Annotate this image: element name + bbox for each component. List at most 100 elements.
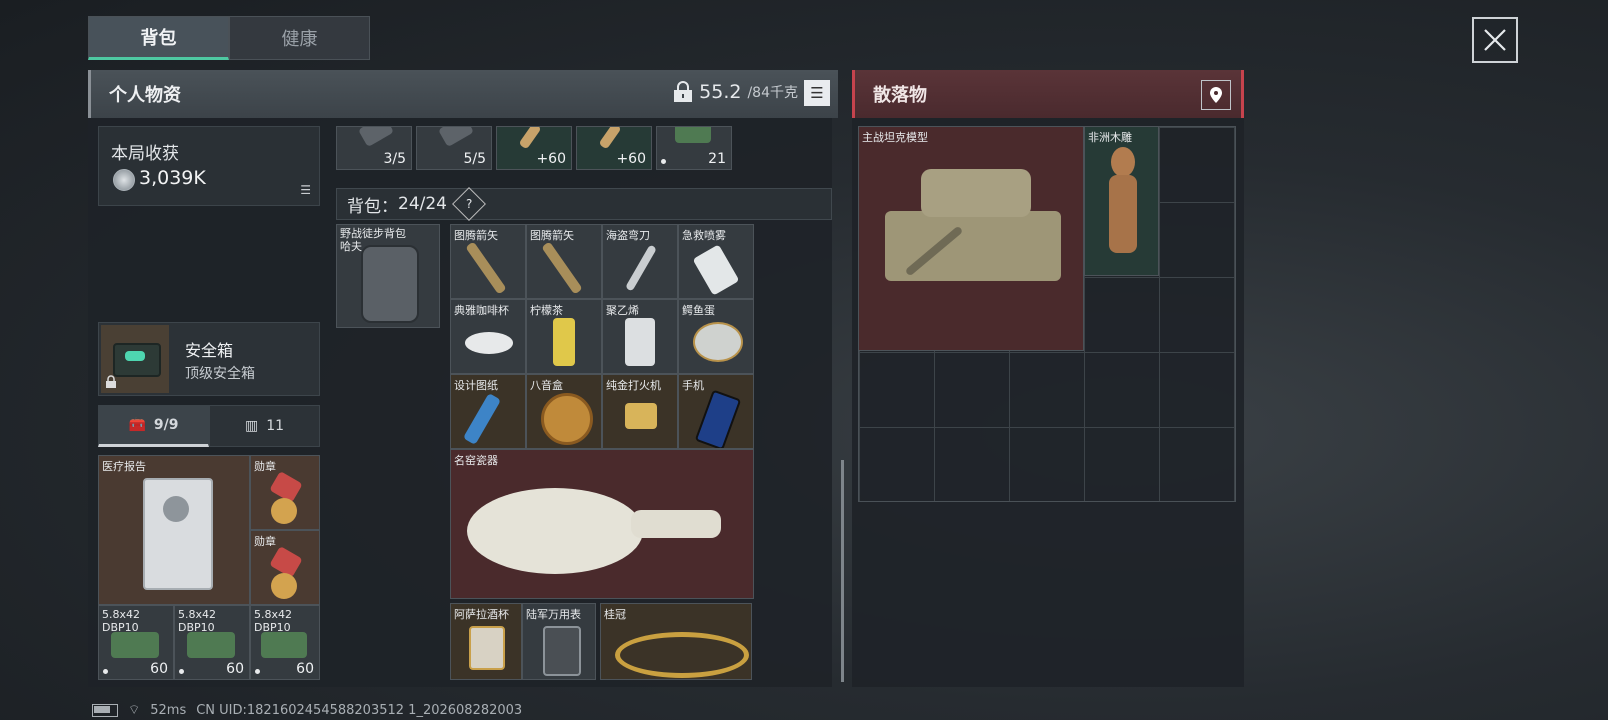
close-button[interactable] <box>1472 17 1518 63</box>
backpack-item[interactable]: 图腾箭矢 <box>450 224 526 299</box>
player-uid: CN UID:1821602454588203512 1_20260828200… <box>196 702 523 718</box>
backpack-scrollbar[interactable] <box>841 460 844 682</box>
backpack-item[interactable]: 海盗弯刀 <box>602 224 678 299</box>
status-bar: ⌔ 52ms CN UID:1821602454588203512 1_2026… <box>92 702 522 718</box>
coin-icon <box>113 169 135 191</box>
blade-art <box>625 244 657 292</box>
earnings-card: 本局收获 3,039K ☰ <box>98 126 320 206</box>
backpack-item[interactable]: 阿萨拉酒杯 <box>450 603 522 680</box>
pouch-tab-count: 9/9 <box>153 417 179 433</box>
medal-star-art <box>271 498 297 524</box>
crocodile-egg-art <box>693 322 743 362</box>
item-name: 5.8x42 DBP10 <box>254 608 293 634</box>
sort-list-button[interactable]: ☰ <box>804 80 830 106</box>
pouch-item-ammo[interactable]: 5.8x42 DBP10 60 <box>250 605 320 680</box>
backpack-item[interactable]: 聚乙烯 <box>602 299 678 374</box>
carving-head-art <box>1111 147 1135 177</box>
loot-item-tank-model[interactable]: 主战坦克模型 <box>858 126 1084 351</box>
backpack-item[interactable]: 八音盒 <box>526 374 602 449</box>
backpack-item[interactable]: 典雅咖啡杯 <box>450 299 526 374</box>
backpack-item[interactable]: 图腾箭矢 <box>526 224 602 299</box>
weight-max: /84千克 <box>747 85 798 101</box>
tab-pouch-toolbox[interactable]: 🧰 9/9 <box>98 405 209 447</box>
blueprint-art <box>462 392 502 446</box>
item-name: 纯金打火机 <box>606 379 661 392</box>
backpack-item[interactable]: 急救喷雾 <box>678 224 754 299</box>
backpack-item[interactable]: 设计图纸 <box>450 374 526 449</box>
ammo-dot-icon <box>255 669 260 674</box>
rig-item-ammo[interactable]: 21 <box>656 126 732 170</box>
loot-title: 散落物 <box>873 85 927 106</box>
personal-title: 个人物资 <box>109 85 181 106</box>
rig-item-medical[interactable]: +60 <box>496 126 572 170</box>
pouch-item-ammo[interactable]: 5.8x42 DBP10 60 <box>98 605 174 680</box>
phone-art <box>694 389 742 448</box>
ammo-box-art <box>187 632 235 658</box>
safebox-light <box>125 351 145 361</box>
weight-current: 55.2 <box>699 81 742 103</box>
pouch-item-medical-report[interactable]: 医疗报告 <box>98 455 250 605</box>
loot-item-african-carving[interactable]: 非洲木雕 <box>1084 126 1159 276</box>
backpack-item[interactable]: 手机 <box>678 374 754 449</box>
rig-item[interactable]: 5/5 <box>416 126 492 170</box>
item-count: 3/5 <box>383 151 406 167</box>
item-name: 陆军万用表 <box>526 608 581 621</box>
container-icon: ▥ <box>244 418 259 434</box>
backpack-label: 背包： <box>347 196 398 217</box>
equipped-backpack[interactable]: 野战徒步背包 哈夫 <box>336 224 440 328</box>
rig-item[interactable]: 3/5 <box>336 126 412 170</box>
backpack-item-porcelain[interactable]: 名窑瓷器 <box>450 449 754 599</box>
backpack-item[interactable]: 纯金打火机 <box>602 374 678 449</box>
spray-art <box>692 244 740 296</box>
ammo-box-art <box>261 632 307 658</box>
pouch-item-medal[interactable]: 勋章 <box>250 530 320 605</box>
item-count: +60 <box>536 151 566 167</box>
item-name: 主战坦克模型 <box>862 131 928 144</box>
wine-cup-art <box>469 626 505 670</box>
backpack-item[interactable]: 鳄鱼蛋 <box>678 299 754 374</box>
backpack-item[interactable]: 陆军万用表 <box>522 603 596 680</box>
lock-icon <box>106 375 116 388</box>
item-name: 桂冠 <box>604 608 626 621</box>
pouch-item-medal[interactable]: 勋章 <box>250 455 320 530</box>
safebox-slot[interactable]: 安全箱 顶级安全箱 <box>98 322 320 396</box>
earnings-label: 本局收获 <box>111 144 179 164</box>
toolbox-icon: 🧰 <box>128 417 146 433</box>
tab-pouch-container[interactable]: ▥ 11 <box>209 405 320 447</box>
item-count: 21 <box>708 151 726 167</box>
item-name: 5.8x42 DBP10 <box>178 608 217 634</box>
weight-lock-icon <box>674 81 693 102</box>
pouch-tab-count: 11 <box>266 418 285 434</box>
ammo-box-art <box>111 632 159 658</box>
ammo-dot-icon <box>103 669 108 674</box>
tab-health[interactable]: 健康 <box>229 16 370 60</box>
porcelain-body-art <box>467 488 643 574</box>
item-name: 海盗弯刀 <box>606 229 650 242</box>
arrow-art <box>465 241 507 295</box>
backpack-art <box>361 245 419 323</box>
magazine-art <box>438 127 474 148</box>
rig-item-medical[interactable]: +60 <box>576 126 652 170</box>
close-icon <box>1484 29 1506 51</box>
location-pin-icon <box>1210 87 1222 103</box>
backpack-item[interactable]: 柠檬茶 <box>526 299 602 374</box>
ping-value: 52ms <box>150 702 187 718</box>
backpack-capacity-bar: 背包： 24/24 ? <box>336 187 832 221</box>
item-name: 阿萨拉酒杯 <box>454 608 509 621</box>
item-count: 5/5 <box>463 151 486 167</box>
item-name: 非洲木雕 <box>1088 131 1132 144</box>
loot-header: 散落物 <box>852 70 1244 118</box>
arrow-art <box>541 241 583 295</box>
item-count: 60 <box>296 661 314 677</box>
item-count: 60 <box>150 661 168 677</box>
tab-backpack[interactable]: 背包 <box>88 16 229 60</box>
earnings-list-icon[interactable]: ☰ <box>300 183 311 197</box>
ammo-box-art <box>675 127 711 143</box>
item-name: 聚乙烯 <box>606 304 639 317</box>
pouch-tabs: 🧰 9/9 ▥ 11 <box>98 405 320 447</box>
location-button[interactable] <box>1201 80 1231 110</box>
item-name: 柠檬茶 <box>530 304 563 317</box>
pouch-item-ammo[interactable]: 5.8x42 DBP10 60 <box>174 605 250 680</box>
help-button[interactable]: ? <box>452 187 486 221</box>
backpack-item[interactable]: 桂冠 <box>600 603 752 680</box>
